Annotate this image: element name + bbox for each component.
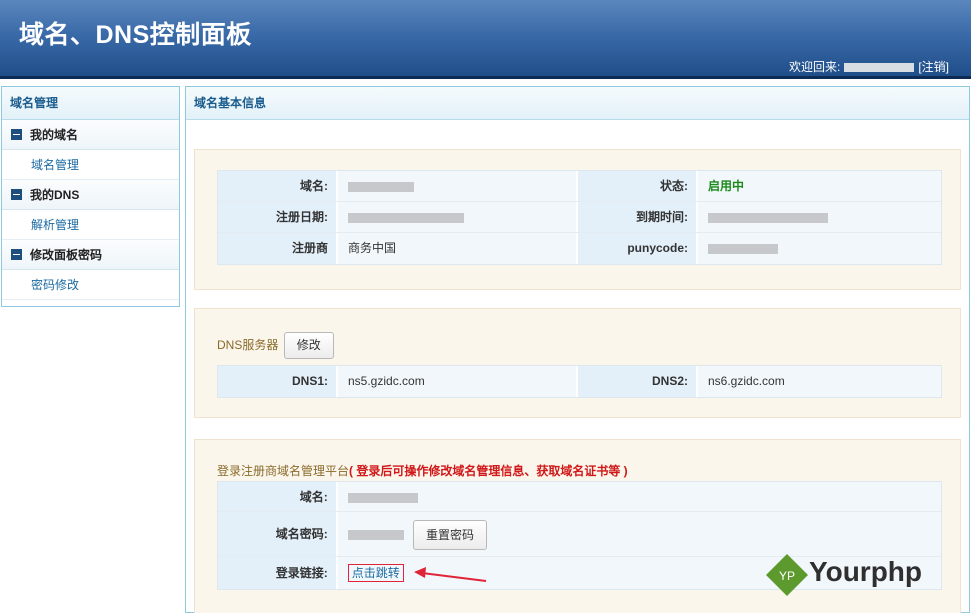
- redacted-domain-password: [347, 529, 404, 540]
- table-row: 注册商 商务中国 punycode:: [218, 233, 941, 264]
- yp-diamond-icon: YP: [766, 554, 808, 596]
- table-row: 注册日期: 到期时间:: [218, 202, 941, 233]
- sidebar-item-dns-management[interactable]: 解析管理: [2, 210, 179, 240]
- logo-text: Yourphp: [809, 556, 923, 587]
- modify-dns-button[interactable]: 修改: [283, 332, 334, 359]
- login-domain-value: [337, 482, 941, 511]
- table-row: DNS1: ns5.gzidc.com DNS2: ns6.gzidc.com: [218, 366, 941, 397]
- sidebar-group-my-dns[interactable]: 我的DNS: [2, 180, 179, 210]
- collapse-icon[interactable]: [11, 189, 22, 200]
- reg-date-value: [338, 202, 578, 232]
- dns2-value: ns6.gzidc.com: [698, 366, 941, 397]
- sidebar: 域名管理 我的域名 域名管理 我的DNS 解析管理 修改面板密码 密码修改: [1, 86, 180, 307]
- basic-info-table: 域名: 状态: 启用中 注册日期: 到期时间: 注册商 商务中国 punycod…: [217, 170, 942, 265]
- dns1-label: DNS1:: [218, 366, 338, 397]
- dns1-value: ns5.gzidc.com: [338, 366, 578, 397]
- annotation-arrow-icon: [414, 567, 487, 582]
- dns-table: DNS1: ns5.gzidc.com DNS2: ns6.gzidc.com: [217, 365, 942, 398]
- dns-section: DNS服务器 修改 DNS1: ns5.gzidc.com DNS2: ns6.…: [194, 308, 961, 418]
- status-label: 状态:: [578, 171, 698, 201]
- sidebar-group-my-domains[interactable]: 我的域名: [2, 120, 179, 150]
- sidebar-title: 域名管理: [2, 87, 179, 120]
- punycode-value: [698, 233, 941, 264]
- app-title: 域名、DNS控制面板: [19, 21, 252, 49]
- header-divider: [0, 76, 971, 79]
- sidebar-item-change-password[interactable]: 密码修改: [2, 270, 179, 300]
- domain-password-label: 域名密码:: [218, 512, 338, 556]
- sidebar-item-domain-management[interactable]: 域名管理: [2, 150, 179, 180]
- registrar-label: 注册商: [218, 233, 338, 264]
- dns-section-header: DNS服务器 修改: [217, 332, 334, 359]
- logo-badge-text: YP: [779, 569, 795, 583]
- sidebar-group-label: 修改面板密码: [30, 248, 103, 262]
- jump-link[interactable]: 点击跳转: [347, 564, 404, 582]
- main-title: 域名基本信息: [186, 87, 969, 120]
- table-row: 域名:: [218, 482, 941, 512]
- reg-date-label: 注册日期:: [218, 202, 338, 232]
- punycode-label: punycode:: [578, 233, 698, 264]
- domain-label: 域名:: [218, 171, 338, 201]
- registrar-value: 商务中国: [338, 233, 578, 264]
- logout-link[interactable]: [注销]: [918, 60, 949, 74]
- status-value: 启用中: [698, 171, 941, 201]
- redacted-expire-date: [708, 212, 828, 223]
- main-panel: 域名基本信息 域名: 状态: 启用中 注册日期: 到期时间: 注册商 商务中国 …: [185, 86, 970, 613]
- collapse-icon[interactable]: [11, 129, 22, 140]
- registrar-login-header: 登录注册商域名管理平台( 登录后可操作修改域名管理信息、获取域名证书等 ): [217, 462, 628, 479]
- sidebar-group-label: 我的域名: [30, 128, 79, 142]
- reset-password-button[interactable]: 重置密码: [413, 519, 488, 550]
- table-row: 域名密码: 重置密码: [218, 512, 941, 557]
- sidebar-group-label: 我的DNS: [30, 188, 80, 202]
- redacted-reg-date: [348, 212, 464, 223]
- redacted-login-domain: [347, 492, 418, 503]
- registrar-login-note: ( 登录后可操作修改域名管理信息、获取域名证书等 ): [349, 464, 628, 478]
- redacted-punycode: [708, 243, 778, 254]
- collapse-icon[interactable]: [11, 249, 22, 260]
- login-link-label: 登录链接:: [218, 557, 338, 589]
- welcome-text: 欢迎回来:: [788, 60, 841, 74]
- registrar-login-label: 登录注册商域名管理平台: [217, 464, 350, 478]
- yourphp-watermark-logo: YP Yourphp: [765, 553, 922, 600]
- domain-value: [338, 171, 578, 201]
- basic-info-section: 域名: 状态: 启用中 注册日期: 到期时间: 注册商 商务中国 punycod…: [194, 149, 961, 290]
- sidebar-group-password[interactable]: 修改面板密码: [2, 240, 179, 270]
- redacted-username: [844, 63, 915, 73]
- redacted-domain: [348, 181, 414, 192]
- dns2-label: DNS2:: [578, 366, 698, 397]
- domain-password-value: 重置密码: [337, 512, 941, 556]
- welcome-bar: 欢迎回来: [注销]: [789, 58, 949, 75]
- expire-label: 到期时间:: [578, 202, 698, 232]
- dns-section-label: DNS服务器: [217, 338, 279, 352]
- table-row: 域名: 状态: 启用中: [218, 171, 941, 202]
- expire-value: [698, 202, 941, 232]
- top-header: 域名、DNS控制面板 欢迎回来: [注销]: [0, 0, 971, 76]
- login-domain-label: 域名:: [218, 482, 338, 511]
